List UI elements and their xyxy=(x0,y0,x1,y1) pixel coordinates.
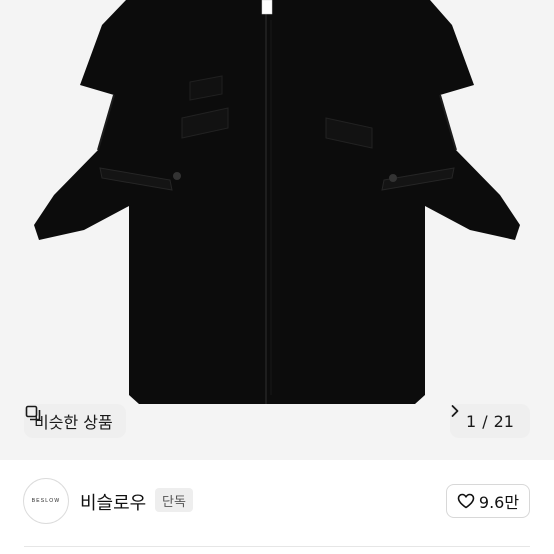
like-count: 9.6만 xyxy=(478,493,520,512)
like-button[interactable]: 9.6만 xyxy=(446,484,530,518)
store-info-bar: BESLOW 비슬로우 단독 9.6만 xyxy=(0,460,554,554)
product-image-gallery[interactable]: 비슷한 상품 1 / 21 xyxy=(0,0,554,460)
store-logo-text: BESLOW xyxy=(31,498,61,504)
heart-icon xyxy=(457,493,475,509)
page-counter-current: 1 xyxy=(466,411,477,431)
divider xyxy=(24,546,530,547)
image-page-counter[interactable]: 1 / 21 xyxy=(450,404,530,438)
store-logo[interactable]: BESLOW xyxy=(23,478,69,524)
page-counter-separator: / xyxy=(482,411,488,431)
similar-products-icon xyxy=(25,405,41,421)
similar-products-label: 비슷한 상품 xyxy=(34,413,113,432)
chevron-right-icon xyxy=(451,405,459,417)
similar-products-button[interactable]: 비슷한 상품 xyxy=(24,404,126,438)
store-name[interactable]: 비슬로우 xyxy=(80,489,146,515)
exclusive-badge: 단독 xyxy=(155,488,193,512)
page-counter-total: 21 xyxy=(493,411,514,431)
product-image xyxy=(34,0,520,404)
